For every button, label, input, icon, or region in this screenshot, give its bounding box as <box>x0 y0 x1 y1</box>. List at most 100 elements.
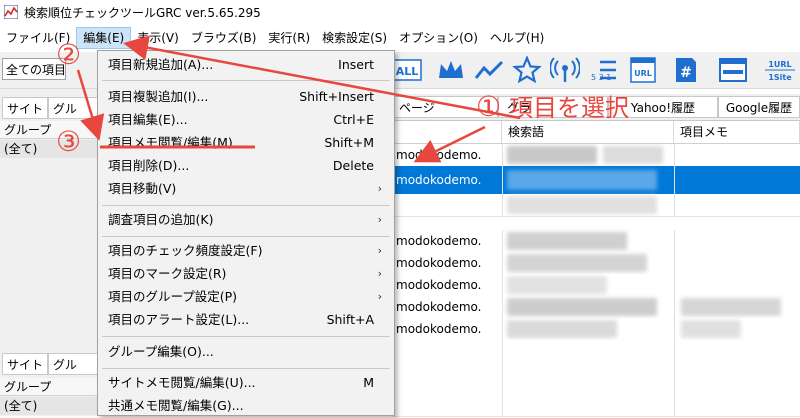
menu-help[interactable]: ヘルプ(H) <box>484 27 550 49</box>
tab-group-bottom[interactable]: グル <box>48 353 98 375</box>
menu-separator <box>102 205 390 206</box>
svg-text:#: # <box>680 65 692 81</box>
table-row[interactable]: modokodemo. <box>392 252 800 275</box>
header-keyword[interactable]: 検索語 <box>502 121 674 143</box>
cell-memo <box>674 194 800 216</box>
table-row-selected[interactable]: modokodemo. <box>392 166 800 195</box>
cell-site: modokodemo. <box>396 148 482 162</box>
crown-icon[interactable] <box>434 54 468 86</box>
cell-memo <box>674 230 800 252</box>
menu-separator <box>102 336 390 337</box>
table-row[interactable]: modokodemo. <box>392 230 800 253</box>
url-icon[interactable]: URL <box>626 54 660 86</box>
menu-item-alert-settings[interactable]: 項目のアラート設定(L)... Shift+A <box>98 308 394 332</box>
chevron-right-icon: › <box>377 290 382 303</box>
table-row[interactable]: modokodemo. <box>392 296 800 319</box>
annotation-step-2: ② <box>56 38 82 71</box>
cell-site: modokodemo. <box>396 234 482 248</box>
tab-site-top[interactable]: サイト <box>2 97 48 119</box>
menu-separator <box>102 236 390 237</box>
table-row[interactable] <box>392 194 800 217</box>
trend-line-icon[interactable] <box>472 54 506 86</box>
menu-separator <box>102 368 390 369</box>
header-memo[interactable]: 項目メモ <box>674 121 800 143</box>
cell-site: modokodemo. <box>396 256 482 270</box>
menu-view[interactable]: 表示(V) <box>131 27 185 49</box>
menu-item-group-settings[interactable]: 項目のグループ設定(P) › <box>98 285 394 309</box>
svg-text:URL: URL <box>634 69 652 78</box>
menu-browse[interactable]: ブラウズ(B) <box>185 27 263 49</box>
left-panel: サイト グル グループ (全て) サイト グル グループ (全て) <box>0 89 99 416</box>
tab-group-top[interactable]: グル <box>48 97 98 119</box>
cell-keyword <box>502 252 674 274</box>
menu-search-settings[interactable]: 検索設定(S) <box>316 27 393 49</box>
tab-google-history[interactable]: Google履歴 <box>718 96 800 118</box>
annotation-select-item: 項目を選択 <box>509 94 629 122</box>
svg-text:ALL: ALL <box>396 65 419 78</box>
cell-keyword <box>502 230 674 252</box>
cell-keyword <box>502 144 674 166</box>
svg-text:1Site: 1Site <box>768 73 792 82</box>
window-title: 検索順位チェックツールGRC ver.5.65.295 <box>24 5 261 20</box>
cell-site: modokodemo. <box>396 173 482 187</box>
menu-item-delete-item[interactable]: 項目削除(D)... Delete <box>98 154 394 178</box>
svg-text:1URL: 1URL <box>768 60 791 69</box>
grid-header: 検索語 項目メモ <box>392 121 800 144</box>
cell-memo <box>674 252 800 274</box>
ranking-icon[interactable]: 5 3 1 <box>586 54 620 86</box>
cell-keyword <box>502 194 674 216</box>
star-icon[interactable] <box>510 54 544 86</box>
chevron-right-icon: › <box>377 267 382 280</box>
annotation-step-1: ① <box>476 90 502 123</box>
broadcast-icon[interactable] <box>548 54 582 86</box>
cell-memo <box>674 274 800 296</box>
group-header-top: グループ <box>0 121 98 139</box>
cell-site: modokodemo. <box>396 322 482 336</box>
hashtag-icon[interactable]: # <box>668 54 702 86</box>
chevron-right-icon: › <box>377 182 382 195</box>
cell-memo <box>674 340 800 416</box>
menu-item-move-item[interactable]: 項目移動(V) › <box>98 177 394 201</box>
menu-run[interactable]: 実行(R) <box>262 27 316 49</box>
all-icon[interactable]: ALL <box>390 54 424 86</box>
cell-keyword <box>502 340 674 416</box>
menu-item-check-frequency[interactable]: 項目のチェック頻度設定(F) › <box>98 239 394 263</box>
menu-item-duplicate-item[interactable]: 項目複製追加(I)... Shift+Insert <box>98 85 394 109</box>
group-row-all-top[interactable]: (全て) <box>0 140 98 158</box>
menu-bar: ファイル(F) 編集(E) 表示(V) ブラウズ(B) 実行(R) 検索設定(S… <box>0 27 800 49</box>
menu-item-new-item[interactable]: 項目新規追加(A)... Insert <box>98 53 394 77</box>
chevron-right-icon: › <box>377 244 382 257</box>
menu-edit[interactable]: 編集(E) <box>76 27 132 49</box>
menu-item-item-memo[interactable]: 項目メモ閲覧/編集(M)... Shift+M <box>98 131 394 155</box>
cell-keyword <box>502 296 674 318</box>
menu-options[interactable]: オプション(O) <box>393 27 484 49</box>
cell-memo <box>674 318 800 340</box>
cell-keyword <box>502 274 674 296</box>
window-icon[interactable] <box>716 54 750 86</box>
menu-item-common-memo[interactable]: 共通メモ閲覧/編集(G)... <box>98 394 394 418</box>
table-row[interactable]: modokodemo. <box>392 144 800 167</box>
group-row-all-bottom[interactable]: (全て) <box>0 397 98 415</box>
menu-item-add-survey-item[interactable]: 調査項目の追加(K) › <box>98 208 394 232</box>
title-bar: 検索順位チェックツールGRC ver.5.65.295 <box>0 0 800 24</box>
header-site[interactable] <box>392 121 502 143</box>
group-header-bottom: グループ <box>0 378 98 396</box>
menu-item-group-edit[interactable]: グループ編集(O)... <box>98 340 394 364</box>
cell-memo <box>674 166 800 194</box>
tab-site-bottom[interactable]: サイト <box>2 353 48 375</box>
app-logo-icon <box>4 5 18 19</box>
table-row[interactable]: modokodemo. <box>392 274 800 297</box>
menu-separator <box>102 80 390 81</box>
menu-item-mark-settings[interactable]: 項目のマーク設定(R) › <box>98 262 394 286</box>
cell-keyword <box>502 318 674 340</box>
annotation-step-3: ③ <box>56 125 82 158</box>
cell-memo <box>674 144 800 166</box>
cell-keyword <box>502 166 674 194</box>
one-url-one-site-icon[interactable]: 1URL 1Site <box>760 54 800 86</box>
table-row[interactable]: modokodemo. <box>392 318 800 341</box>
cell-site: modokodemo. <box>396 300 482 314</box>
menu-item-site-memo[interactable]: サイトメモ閲覧/編集(U)... M <box>98 371 394 395</box>
chevron-right-icon: › <box>377 213 382 226</box>
cell-site <box>392 194 502 216</box>
menu-item-edit-item[interactable]: 項目編集(E)... Ctrl+E <box>98 108 394 132</box>
